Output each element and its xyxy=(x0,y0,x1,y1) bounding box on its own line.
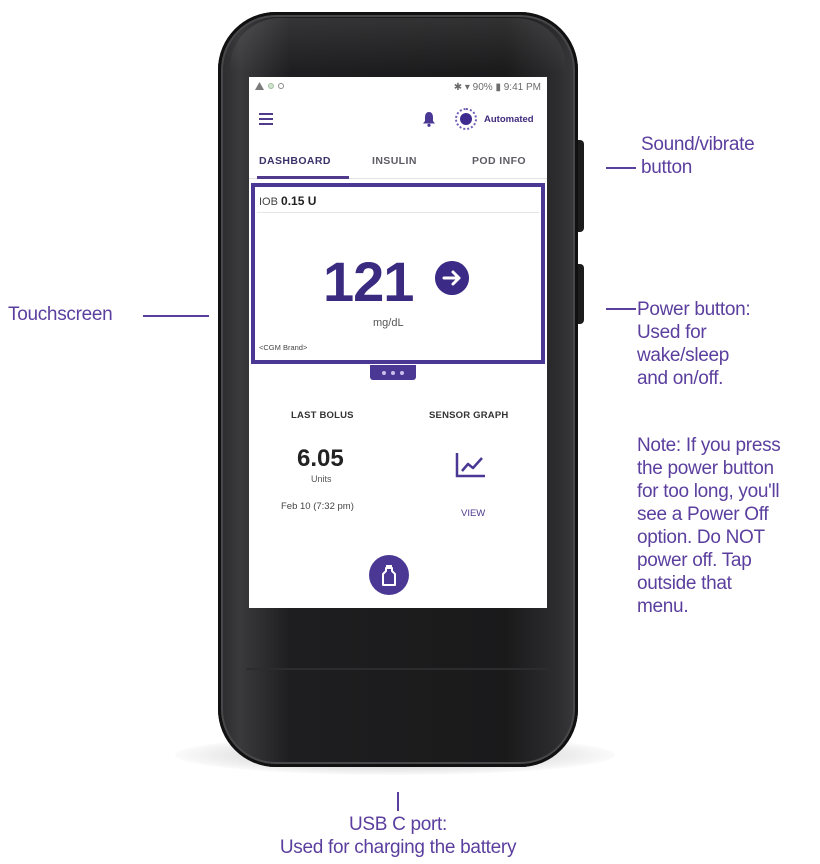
record-icon xyxy=(268,83,274,89)
power-line-1: Power button: xyxy=(637,299,751,320)
sensor-graph-view-link[interactable]: VIEW xyxy=(461,508,485,519)
touchscreen-arrow-line xyxy=(143,315,209,317)
power-button[interactable] xyxy=(577,264,584,324)
warning-icon xyxy=(255,82,264,90)
power-line-3: wake/sleep xyxy=(637,345,730,366)
note-line-7: outside that xyxy=(637,573,732,594)
app-bar: Automated xyxy=(249,99,547,143)
tab-pod-info[interactable]: POD INFO xyxy=(472,155,526,167)
phone-bottom-seam xyxy=(246,668,548,670)
glucose-value: 121 xyxy=(323,250,414,313)
sound-arrow-line xyxy=(606,167,636,169)
card-pager[interactable] xyxy=(370,365,416,380)
status-bar: ✱ ▾ 90% ▮ 9:41 PM xyxy=(249,77,547,99)
tab-insulin[interactable]: INSULIN xyxy=(372,155,417,167)
note-line-5: option. Do NOT xyxy=(637,527,765,548)
sensor-graph-title: SENSOR GRAPH xyxy=(429,410,509,421)
last-bolus-date: Feb 10 (7:32 pm) xyxy=(281,501,354,512)
status-icons-left xyxy=(255,82,284,90)
usb-port-callout: USB C port: Used for charging the batter… xyxy=(260,813,536,859)
tab-dashboard[interactable]: DASHBOARD xyxy=(259,155,331,167)
touchscreen-callout: Touchscreen xyxy=(8,304,113,325)
iob-row: IOB 0.15 U xyxy=(259,194,316,208)
power-note-callout: Note: If you press the power button for … xyxy=(637,434,781,618)
sync-icon xyxy=(278,83,284,89)
phone-sheen xyxy=(230,18,566,73)
bolus-button[interactable] xyxy=(369,555,409,595)
note-line-3: for too long, you'll xyxy=(637,481,780,502)
divider xyxy=(257,212,539,213)
line-chart-icon[interactable] xyxy=(454,451,488,479)
status-right: ✱ ▾ 90% ▮ 9:41 PM xyxy=(453,82,541,93)
last-bolus-value: 6.05 xyxy=(297,445,344,472)
glucose-card[interactable]: IOB 0.15 U 121 mg/dL <CGM Brand> xyxy=(251,183,545,364)
touchscreen[interactable]: ✱ ▾ 90% ▮ 9:41 PM Automated DASHBOARD IN… xyxy=(249,77,547,608)
usb-arrow-line xyxy=(397,792,399,811)
hamburger-icon[interactable] xyxy=(259,113,273,125)
usb-line-1: USB C port: xyxy=(348,814,448,835)
sound-callout-line-2: button xyxy=(641,157,693,178)
sound-vibrate-button[interactable] xyxy=(577,140,584,232)
usb-line-2: Used for charging the battery xyxy=(279,837,517,858)
note-line-4: see a Power Off xyxy=(637,504,769,525)
bolus-icon xyxy=(382,565,396,586)
note-line-2: the power button xyxy=(637,458,774,479)
right-arrow-icon[interactable] xyxy=(435,261,469,295)
iob-value: 0.15 U xyxy=(281,194,317,208)
automated-mode-icon[interactable] xyxy=(455,108,477,130)
power-line-2: Used for xyxy=(637,322,707,343)
power-button-callout: Power button: Used for wake/sleep and on… xyxy=(637,298,751,390)
power-arrow-line xyxy=(606,308,636,310)
cgm-brand: <CGM Brand> xyxy=(259,343,308,352)
last-bolus-unit: Units xyxy=(311,474,332,484)
note-line-6: power off. Tap xyxy=(637,550,752,571)
bell-icon[interactable] xyxy=(422,111,436,127)
glucose-unit: mg/dL xyxy=(373,317,404,329)
sound-callout-line-1: Sound/vibrate xyxy=(641,134,755,155)
sound-vibrate-callout: Sound/vibrate button xyxy=(641,133,755,179)
note-line-8: menu. xyxy=(637,596,689,617)
active-tab-indicator xyxy=(257,176,349,179)
mode-label: Automated xyxy=(484,114,534,125)
last-bolus-title: LAST BOLUS xyxy=(291,410,354,421)
power-line-4: and on/off. xyxy=(637,368,724,389)
tab-bar: DASHBOARD INSULIN POD INFO xyxy=(249,143,547,179)
note-line-1: Note: If you press xyxy=(637,435,781,456)
iob-label: IOB xyxy=(259,196,278,208)
